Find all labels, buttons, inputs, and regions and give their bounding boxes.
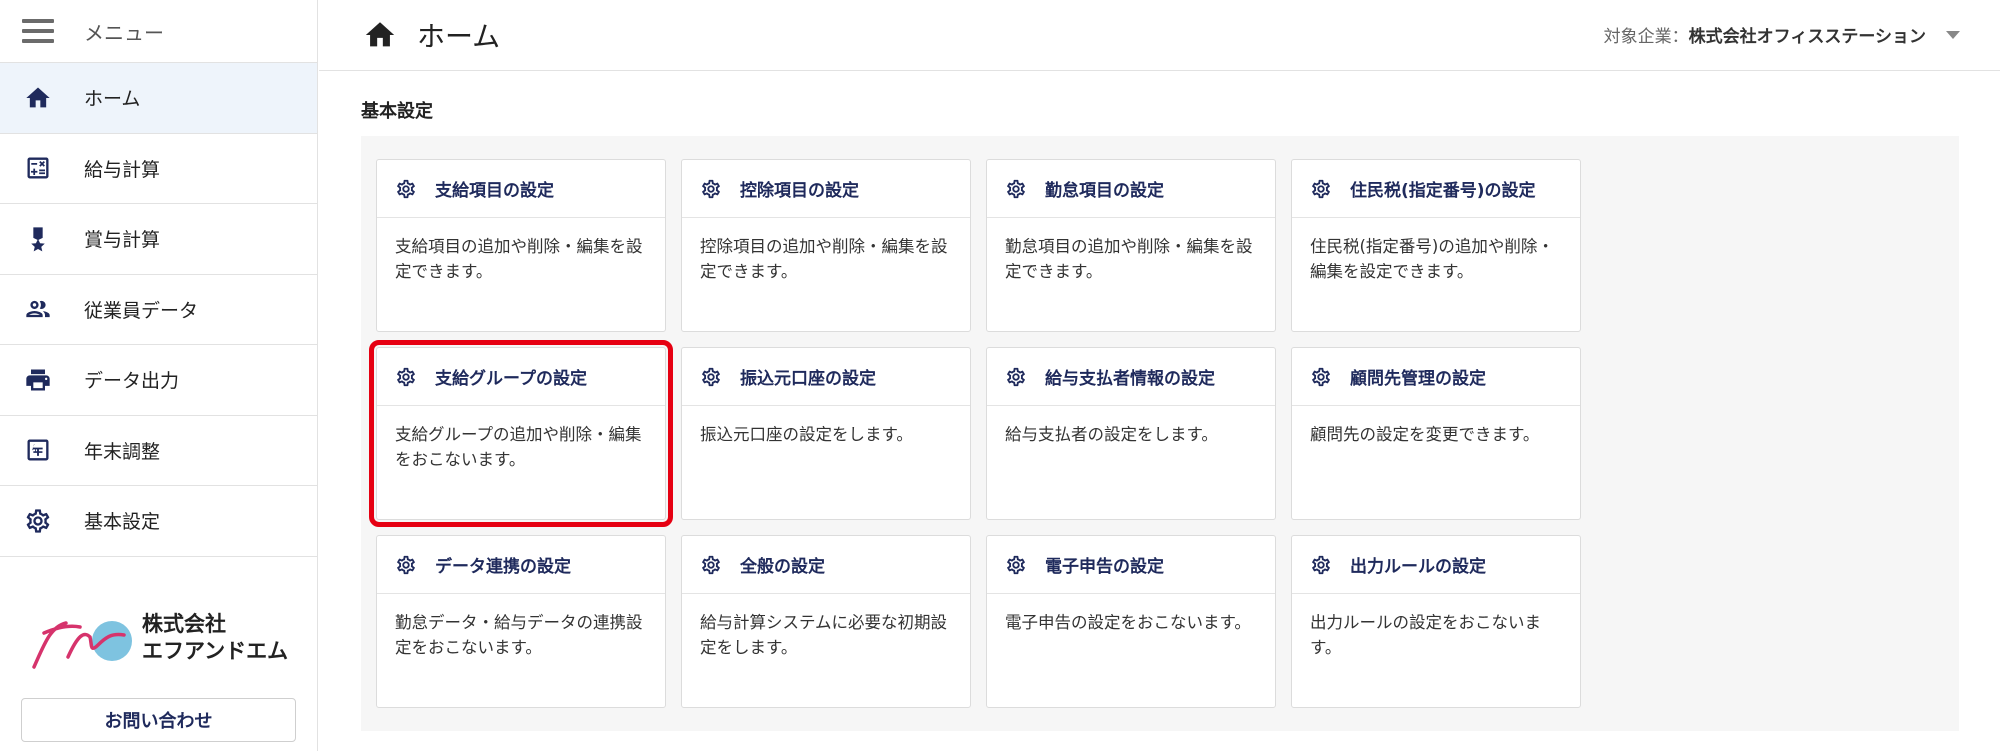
top-header: ホーム 対象企業： 株式会社オフィスステーション [319,0,2000,71]
hamburger-icon[interactable] [22,19,54,43]
card-description: 給与支払者の設定をします。 [1005,425,1218,444]
card-title: 出力ルールの設定 [1350,557,1486,577]
card-title: 住民税(指定番号)の設定 [1350,181,1536,201]
settings-panel: 支給項目の設定 支給項目の追加や削除・編集を設定できます。 控除項目の設定 控除… [361,136,1959,731]
sidebar-item-label: ホーム [84,88,141,111]
gear-icon [700,178,722,200]
home-icon [24,84,52,112]
calendar-year-icon [24,436,52,464]
sidebar-item-label: 年末調整 [84,440,161,463]
sidebar-item-label: 基本設定 [84,511,161,534]
card-resident-tax[interactable]: 住民税(指定番号)の設定 住民税(指定番号)の追加や削除・編集を設定できます。 [1291,159,1581,332]
card-payment-items[interactable]: 支給項目の設定 支給項目の追加や削除・編集を設定できます。 [376,159,666,332]
card-output-rules[interactable]: 出力ルールの設定 出力ルールの設定をおこないます。 [1291,535,1581,708]
sidebar-item-employees[interactable]: 従業員データ [0,275,317,345]
card-payer-info[interactable]: 給与支払者情報の設定 給与支払者の設定をします。 [986,347,1276,520]
gear-icon [395,178,417,200]
sidebar-item-label: データ出力 [84,370,180,393]
sidebar-nav: ホーム 給与計算 賞与計算 従業員データ データ出力 年末調整 基本設定 [0,62,317,557]
gear-icon [1310,178,1332,200]
gear-icon [1005,178,1027,200]
card-description: 給与計算システムに必要な初期設定をします。 [700,613,948,657]
card-title: 給与支払者情報の設定 [1045,369,1215,389]
company-name: 株式会社オフィスステーション [1688,27,1926,47]
printer-icon [24,366,52,394]
company-selector[interactable]: 対象企業： 株式会社オフィスステーション [1604,22,1960,47]
sidebar-item-home[interactable]: ホーム [0,63,317,134]
card-data-integration[interactable]: データ連携の設定 勤怠データ・給与データの連携設定をおこないます。 [376,535,666,708]
card-description: 控除項目の追加や削除・編集を設定できます。 [700,237,948,281]
logo-mark [28,605,138,671]
gear-icon [395,554,417,576]
card-attendance-items[interactable]: 勤怠項目の設定 勤怠項目の追加や削除・編集を設定できます。 [986,159,1276,332]
company-label: 対象企業： [1603,27,1689,47]
card-title: 顧問先管理の設定 [1350,369,1486,389]
card-title: 控除項目の設定 [740,181,859,201]
card-general-settings[interactable]: 全般の設定 給与計算システムに必要な初期設定をします。 [681,535,971,708]
gear-icon [1310,554,1332,576]
calculator-icon [24,154,52,182]
gear-icon [1310,366,1332,388]
home-icon [363,18,397,52]
card-e-filing[interactable]: 電子申告の設定 電子申告の設定をおこないます。 [986,535,1276,708]
gear-icon [1005,366,1027,388]
sidebar-item-data-output[interactable]: データ出力 [0,345,317,416]
menu-title: メニュー [84,20,164,45]
card-description: 住民税(指定番号)の追加や削除・編集を設定できます。 [1310,237,1554,281]
sidebar-item-label: 給与計算 [84,158,161,181]
card-title: 電子申告の設定 [1045,557,1164,577]
section-title: 基本設定 [361,101,433,122]
card-title: 支給グループの設定 [435,369,587,389]
card-description: 出力ルールの設定をおこないます。 [1310,613,1541,657]
page-title: ホーム [417,20,501,53]
card-description: 支給項目の追加や削除・編集を設定できます。 [395,237,643,281]
people-icon [24,295,52,323]
card-client-management[interactable]: 顧問先管理の設定 顧問先の設定を変更できます。 [1291,347,1581,520]
logo-line1: 株式会社 [142,612,226,636]
gear-icon [700,554,722,576]
card-description: 勤怠項目の追加や削除・編集を設定できます。 [1005,237,1253,281]
gear-icon [395,366,417,388]
card-description: 支給グループの追加や削除・編集をおこないます。 [395,425,642,469]
sidebar-item-year-end[interactable]: 年末調整 [0,416,317,486]
card-title: 支給項目の設定 [435,181,554,201]
sidebar-item-label: 賞与計算 [84,229,161,252]
logo-text: 株式会社 エフアンドエム [142,611,288,665]
card-transfer-account[interactable]: 振込元口座の設定 振込元口座の設定をします。 [681,347,971,520]
sidebar-item-basic-settings[interactable]: 基本設定 [0,486,317,557]
card-title: 全般の設定 [740,557,825,577]
gear-icon [24,507,52,535]
card-title: データ連携の設定 [435,557,571,577]
medal-icon [24,225,52,253]
contact-button[interactable]: お問い合わせ [21,698,296,742]
chevron-down-icon[interactable] [1946,30,1960,39]
card-description: 電子申告の設定をおこないます。 [1005,613,1251,632]
gear-icon [700,366,722,388]
card-title: 勤怠項目の設定 [1045,181,1164,201]
sidebar-item-label: 従業員データ [84,299,199,322]
sidebar-item-payroll[interactable]: 給与計算 [0,134,317,204]
card-description: 勤怠データ・給与データの連携設定をおこないます。 [395,613,643,657]
sidebar: メニュー ホーム 給与計算 賞与計算 従業員データ データ出力 年末調整 基本設… [0,0,318,751]
logo-line2: エフアンドエム [142,639,289,663]
gear-icon [1005,554,1027,576]
company-logo: 株式会社 エフアンドエム [28,605,288,671]
card-description: 顧問先の設定を変更できます。 [1310,425,1540,444]
menu-header: メニュー [0,0,317,62]
card-deduction-items[interactable]: 控除項目の設定 控除項目の追加や削除・編集を設定できます。 [681,159,971,332]
card-payment-group[interactable]: 支給グループの設定 支給グループの追加や削除・編集をおこないます。 [369,340,673,527]
card-title: 振込元口座の設定 [740,369,876,389]
card-description: 振込元口座の設定をします。 [700,425,913,444]
sidebar-item-bonus[interactable]: 賞与計算 [0,204,317,275]
